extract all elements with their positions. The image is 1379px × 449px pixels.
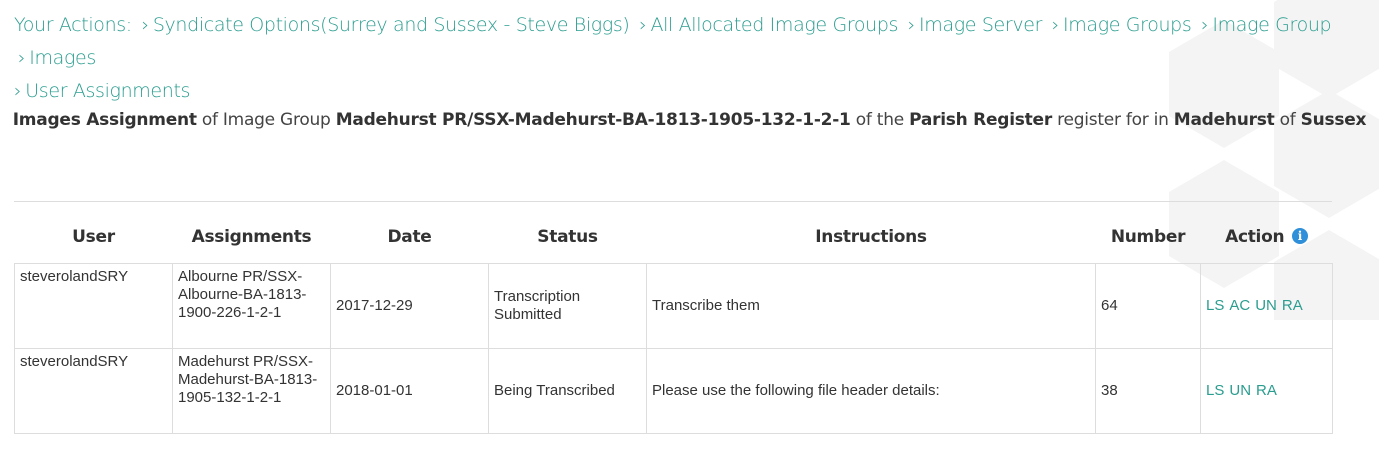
info-icon[interactable]: i xyxy=(1291,227,1308,244)
title-image-group-name: Madehurst PR/SSX-Madehurst-BA-1813-1905-… xyxy=(335,110,851,130)
action-ls-link[interactable]: LS xyxy=(1206,382,1224,399)
cell-assignment: Albourne PR/SSX-Albourne-BA-1813-1900-22… xyxy=(172,263,331,349)
title-county: Sussex xyxy=(1300,110,1367,130)
cell-actions: LS UN RA xyxy=(1200,348,1333,434)
breadcrumb-separator: › xyxy=(1201,14,1209,36)
breadcrumb-image-groups[interactable]: Image Groups xyxy=(1063,14,1192,36)
breadcrumb-image-server[interactable]: Image Server xyxy=(919,14,1042,36)
breadcrumb-separator: › xyxy=(907,14,916,36)
cell-actions: LS AC UN RA xyxy=(1200,263,1333,349)
action-ac-link[interactable]: AC xyxy=(1229,297,1250,314)
action-ra-link[interactable]: RA xyxy=(1282,297,1303,314)
breadcrumb-images[interactable]: Images xyxy=(29,47,96,69)
breadcrumb-user-assignments[interactable]: User Assignments xyxy=(25,80,190,102)
breadcrumb-syndicate-options[interactable]: Syndicate Options(Surrey and Sussex - St… xyxy=(153,14,630,36)
cell-date: 2017-12-29 xyxy=(330,263,489,349)
breadcrumb-separator: › xyxy=(639,14,647,36)
action-ra-link[interactable]: RA xyxy=(1256,382,1277,399)
column-header-user: User xyxy=(14,210,173,264)
title-images-assignment: Images Assignment xyxy=(12,110,197,130)
column-header-action: Action i xyxy=(1200,210,1333,264)
cell-number: 38 xyxy=(1095,348,1201,434)
title-text: of Image Group xyxy=(201,110,331,130)
title-register-type: Parish Register xyxy=(909,110,1052,130)
cell-assignment: Madehurst PR/SSX-Madehurst-BA-1813-1905-… xyxy=(172,348,331,434)
cell-instructions: Transcribe them xyxy=(646,263,1096,349)
column-header-status: Status xyxy=(488,210,647,264)
breadcrumb-separator: › xyxy=(14,80,22,102)
breadcrumb-separator: › xyxy=(141,14,150,36)
action-un-link[interactable]: UN xyxy=(1229,382,1251,399)
column-header-assignments: Assignments xyxy=(172,210,331,264)
title-text: of xyxy=(1279,110,1296,130)
title-text: register for in xyxy=(1057,110,1169,130)
cell-user: steverolandSRY xyxy=(14,263,173,349)
breadcrumb-image-group[interactable]: Image Group xyxy=(1212,14,1331,36)
divider xyxy=(14,201,1332,202)
breadcrumb: Your Actions: › Syndicate Options(Surrey … xyxy=(14,9,1364,108)
table-row: steverolandSRY Albourne PR/SSX-Albourne-… xyxy=(14,263,1333,349)
breadcrumb-separator: › xyxy=(1051,14,1060,36)
action-un-link[interactable]: UN xyxy=(1255,297,1277,314)
table-header-row: User Assignments Date Status Instruction… xyxy=(14,210,1333,264)
column-header-number: Number xyxy=(1095,210,1201,264)
table-row: steverolandSRY Madehurst PR/SSX-Madehurs… xyxy=(14,348,1333,434)
cell-instructions: Please use the following file header det… xyxy=(646,348,1096,434)
column-header-instructions: Instructions xyxy=(646,210,1096,264)
cell-user: steverolandSRY xyxy=(14,348,173,434)
title-text: of the xyxy=(855,110,904,130)
breadcrumb-separator: › xyxy=(18,47,26,69)
column-header-date: Date xyxy=(330,210,489,264)
cell-status: Being Transcribed xyxy=(488,348,647,434)
cell-number: 64 xyxy=(1095,263,1201,349)
column-header-action-label: Action xyxy=(1225,226,1285,247)
breadcrumb-all-allocated-image-groups[interactable]: All Allocated Image Groups xyxy=(650,14,898,36)
assignments-table: User Assignments Date Status Instruction… xyxy=(14,210,1333,434)
title-place: Madehurst xyxy=(1173,110,1275,130)
cell-status: Transcription Submitted xyxy=(488,263,647,349)
page-title: Images Assignment of Image Group Madehur… xyxy=(0,110,1379,130)
breadcrumb-your-actions[interactable]: Your Actions: xyxy=(14,14,132,36)
action-ls-link[interactable]: LS xyxy=(1206,297,1224,314)
cell-date: 2018-01-01 xyxy=(330,348,489,434)
